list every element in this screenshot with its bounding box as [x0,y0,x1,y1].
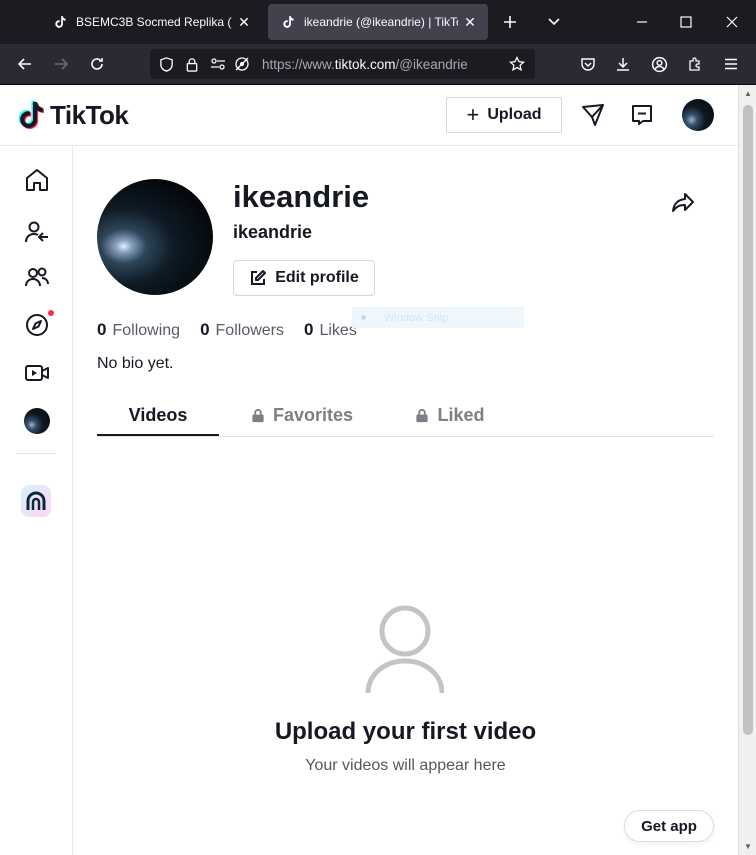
tab-title: ikeandrie (@ikeandrie) | TikTok [304,15,458,29]
new-tab-icon[interactable] [498,10,522,34]
profile-username: ikeandrie [233,179,370,214]
lowfreq-icon[interactable] [21,485,51,517]
account-icon[interactable] [645,50,673,78]
share-icon[interactable] [668,187,698,217]
explore-icon[interactable] [22,310,54,340]
maximize-icon[interactable] [674,10,698,34]
avatar [24,408,50,434]
tracking-blocked-icon[interactable] [230,52,254,76]
tab-favorites[interactable]: Favorites [247,393,357,437]
close-tab-icon[interactable]: ✕ [458,14,482,31]
tiktok-logo-icon [18,100,44,129]
user-placeholder-icon [365,605,444,694]
home-icon[interactable] [22,165,52,195]
divider [16,453,56,454]
notification-dot [48,310,54,316]
tab-liked[interactable]: Liked [412,393,488,437]
get-app-button[interactable]: Get app [624,810,714,842]
logo-wordmark: TikTok [50,99,129,130]
empty-state-subtitle: Your videos will appear here [305,757,506,774]
downloads-icon[interactable] [609,50,637,78]
scroll-down-icon[interactable]: ▼ [743,842,753,851]
browser-nav-bar: https://www.tiktok.com/@ikeandrie [0,44,756,85]
profile-bio: No bio yet. [97,355,174,372]
effect-house-icon [21,485,51,517]
lock-icon [416,408,429,422]
browser-tab-bar: BSEMC3B Socmed Replika (Tokt ✕ ikeandrie… [0,0,756,44]
window-snip-overlay: Window Snip [352,307,524,328]
reload-icon[interactable] [83,50,111,78]
pocket-icon[interactable] [574,50,602,78]
sidebar [0,146,73,855]
following-icon[interactable] [22,217,52,247]
permissions-icon[interactable] [206,52,230,76]
empty-state-title: Upload your first video [274,718,537,745]
tab-title: BSEMC3B Socmed Replika (Tokt [76,15,232,29]
messages-send-icon[interactable] [580,102,606,128]
extensions-icon[interactable] [681,50,709,78]
profile-avatar[interactable] [97,179,213,295]
list-tabs-icon[interactable] [542,10,566,34]
minimize-icon[interactable] [630,10,654,34]
inbox-icon[interactable] [629,102,655,128]
plus-icon: + [466,102,480,127]
forward-icon[interactable] [47,50,75,78]
edit-icon [251,270,267,285]
bookmark-star-icon[interactable] [505,52,529,76]
tiktok-header: TikTok + Upload [0,85,738,146]
profile-nickname: ikeandrie [233,222,313,242]
menu-icon[interactable] [717,50,745,78]
back-icon[interactable] [11,50,39,78]
active-tab-indicator [97,434,219,436]
shield-icon[interactable] [154,52,178,76]
tiktok-favicon-icon [52,14,68,30]
tiktok-page: TikTok + Upload ikeandrie ikeandrie Edit… [0,85,738,855]
close-tab-icon[interactable]: ✕ [232,14,256,31]
profile-tabs: Videos Favorites Liked [97,393,714,437]
url-text: https://www.tiktok.com/@ikeandrie [262,56,468,72]
page-scrollbar[interactable]: ▲ ▼ [738,85,756,855]
browser-tab[interactable]: BSEMC3B Socmed Replika (Tokt ✕ [40,4,262,40]
tiktok-logo[interactable]: TikTok [16,99,129,131]
live-icon[interactable] [22,358,52,388]
tiktok-favicon-icon [280,14,296,30]
lock-icon [252,408,264,422]
likes-stat: 0 Likes [304,320,357,339]
scroll-up-icon[interactable]: ▲ [743,89,753,98]
user-avatar[interactable] [682,99,714,131]
profile-stats: 0 Following 0 Followers 0 Likes [97,320,377,340]
upload-label: Upload [487,106,542,123]
browser-tab-active[interactable]: ikeandrie (@ikeandrie) | TikTok ✕ [268,4,488,40]
following-stat[interactable]: 0 Following [97,320,180,340]
close-window-icon[interactable] [720,10,744,34]
url-bar[interactable]: https://www.tiktok.com/@ikeandrie [150,49,535,79]
edit-profile-button[interactable]: Edit profile [233,260,375,296]
edit-profile-label: Edit profile [275,269,359,286]
tab-videos[interactable]: Videos [97,393,219,437]
profile-nav-avatar[interactable] [22,406,52,436]
friends-icon[interactable] [22,262,52,292]
upload-button[interactable]: + Upload [446,97,562,133]
followers-stat[interactable]: 0 Followers [200,320,284,340]
lock-icon[interactable] [180,52,204,76]
scrollbar-thumb[interactable] [743,105,753,735]
